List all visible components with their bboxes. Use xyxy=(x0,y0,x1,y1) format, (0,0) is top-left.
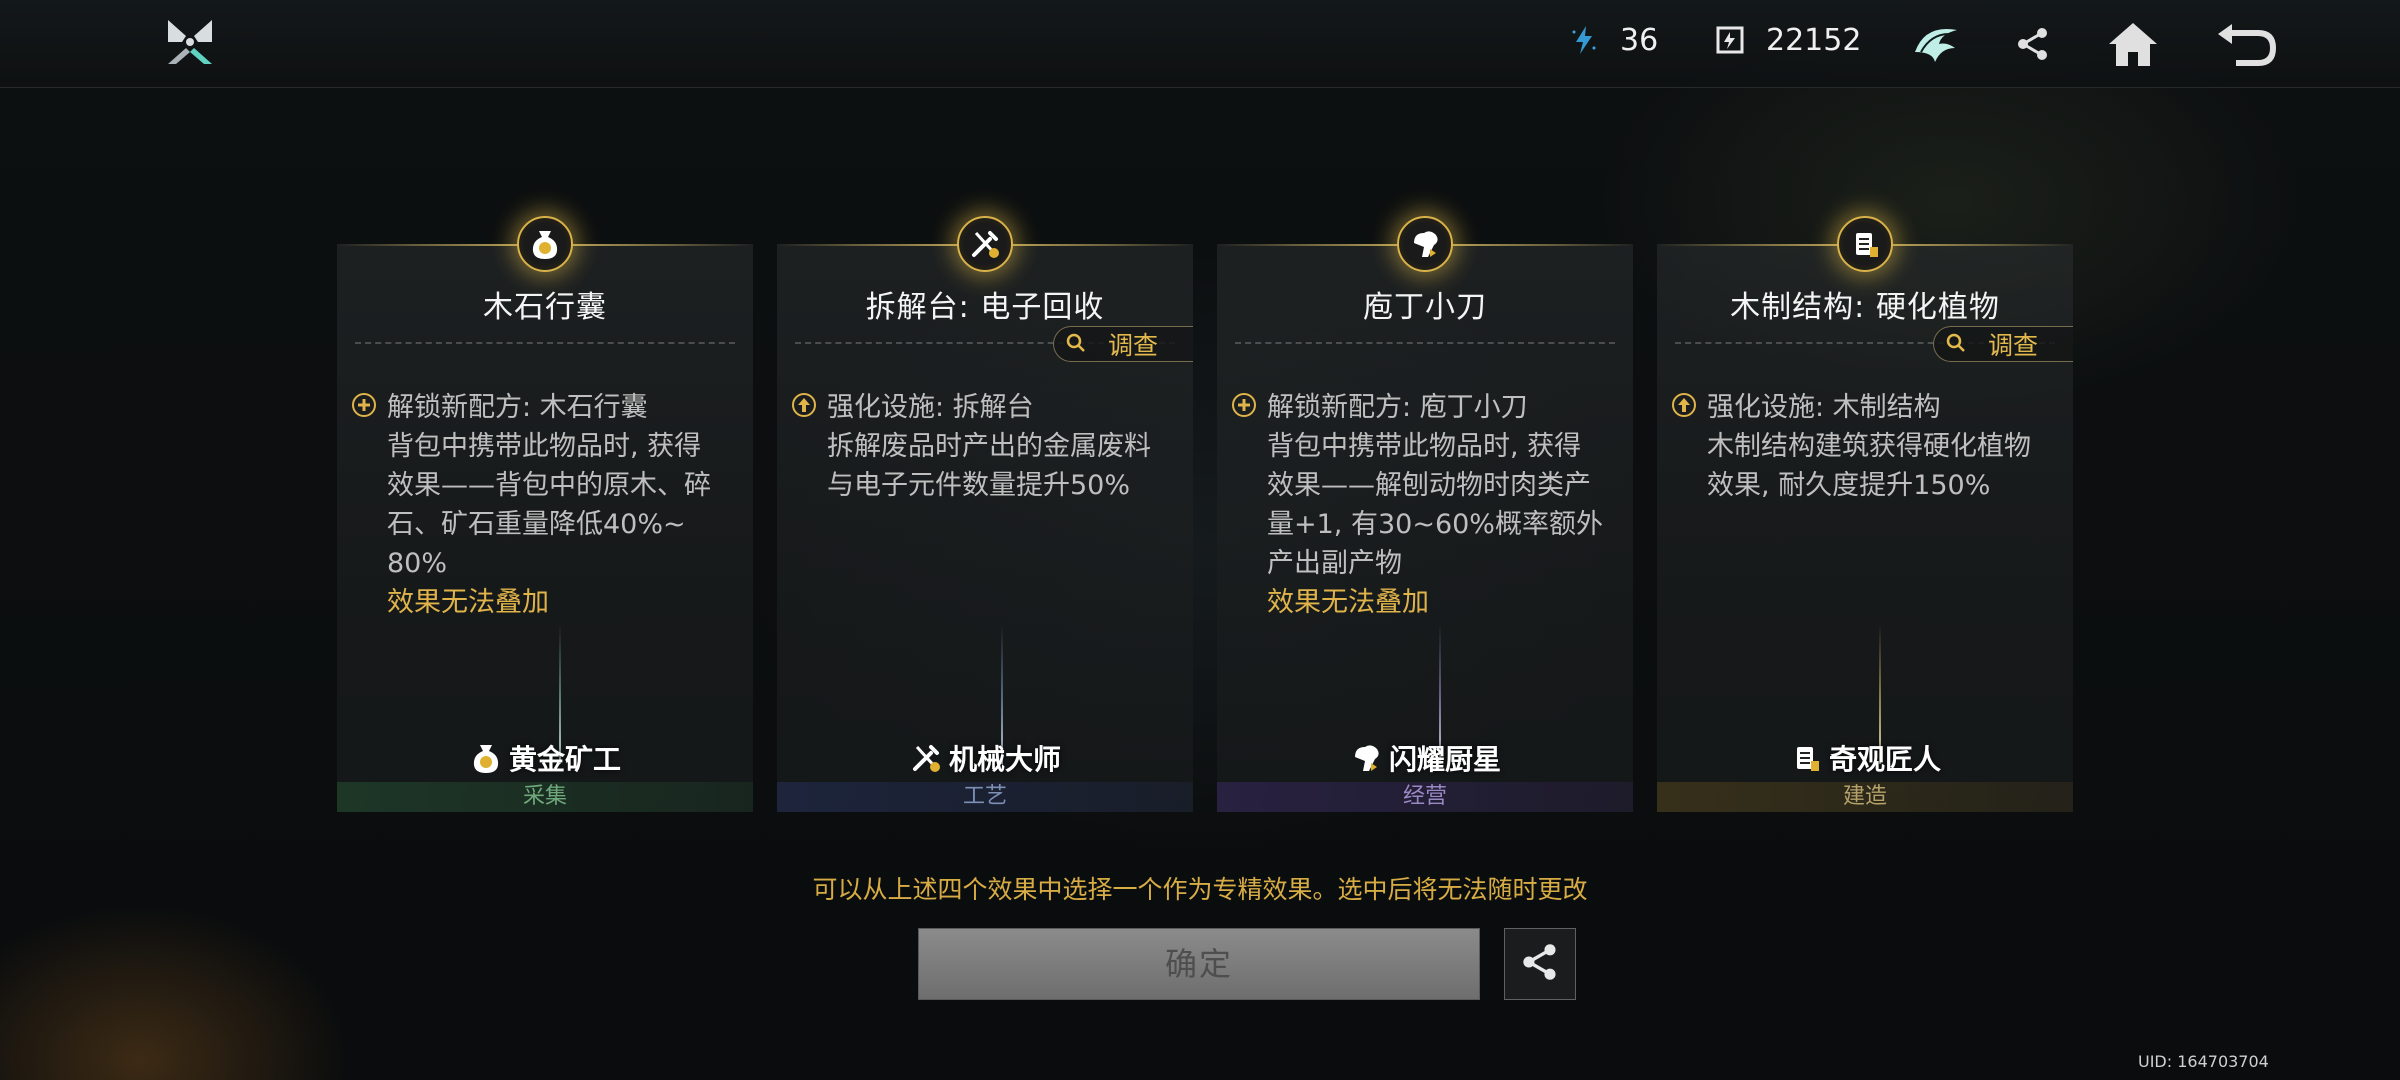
effect-line: 木制结构建筑获得硬化植物 xyxy=(1707,431,2031,462)
plus-circle-icon xyxy=(1231,392,1257,418)
master-title: 奇观匠人 xyxy=(1657,738,2073,778)
specialization-card-2[interactable]: 拆解台: 电子回收 调查 强化设施: 拆解台 拆解废品时产出的金属废料 与电子元… xyxy=(777,216,1193,812)
share-icon xyxy=(1520,942,1560,986)
master-name: 奇观匠人 xyxy=(1828,743,1941,776)
master-title: 机械大师 xyxy=(777,738,1193,778)
effect-line: 强化设施: 拆解台 xyxy=(827,392,1034,423)
card-title: 木石行囊 xyxy=(483,290,607,325)
effect-line: 强化设施: 木制结构 xyxy=(1707,392,1941,423)
master-title: 黄金矿工 xyxy=(337,738,753,778)
game-logo-icon[interactable] xyxy=(164,16,216,68)
wrench-icon xyxy=(957,216,1013,272)
building-icon xyxy=(1789,741,1823,775)
card-divider xyxy=(1235,342,1615,344)
confirm-button[interactable]: 确定 xyxy=(918,928,1480,1000)
selection-hint: 可以从上述四个效果中选择一个作为专精效果。选中后将无法随时更改 xyxy=(812,875,1588,904)
specialization-card-1[interactable]: 木石行囊 解锁新配方: 木石行囊 背包中携带此物品时, 获得 效果——背包中的原… xyxy=(337,216,753,812)
specialization-card-4[interactable]: 木制结构: 硬化植物 调查 强化设施: 木制结构 木制结构建筑获得硬化植物 效果… xyxy=(1657,216,2073,812)
top-bar: 36 22152 xyxy=(0,0,2400,88)
effect-line: 解锁新配方: 庖丁小刀 xyxy=(1267,392,1528,423)
master-title: 闪耀厨星 xyxy=(1217,738,1633,778)
energy-icon xyxy=(1566,22,1602,58)
effect-line: 背包中携带此物品时, 获得 xyxy=(387,431,702,462)
effect-line: 效果——背包中的原木、碎 xyxy=(387,470,711,501)
card-title: 拆解台: 电子回收 xyxy=(865,290,1105,325)
wrench-icon xyxy=(909,741,943,775)
building-icon xyxy=(1837,216,1893,272)
effect-warning: 效果无法叠加 xyxy=(387,587,549,618)
master-name: 黄金矿工 xyxy=(508,743,621,776)
card-effect: 强化设施: 拆解台 拆解废品时产出的金属废料 与电子元件数量提升50% xyxy=(791,388,1179,505)
chef-icon xyxy=(1397,216,1453,272)
master-name: 闪耀厨星 xyxy=(1388,743,1501,776)
back-icon[interactable] xyxy=(2212,14,2282,74)
moneybag-icon xyxy=(517,216,573,272)
effect-line: 与电子元件数量提升50% xyxy=(827,470,1131,501)
master-name: 机械大师 xyxy=(948,743,1061,776)
investigate-label: 调查 xyxy=(1108,331,1159,360)
investigate-button[interactable]: 调查 xyxy=(1053,326,1193,362)
category-label: 经营 xyxy=(1217,782,1633,812)
search-icon xyxy=(1946,330,1966,359)
investigate-button[interactable]: 调查 xyxy=(1933,326,2073,362)
category-label: 采集 xyxy=(337,782,753,812)
home-icon[interactable] xyxy=(2103,14,2163,74)
upgrade-arrow-icon xyxy=(791,392,817,418)
effect-line: 量+1, 有30~60%概率额外 xyxy=(1267,509,1603,540)
card-title: 木制结构: 硬化植物 xyxy=(1730,290,2000,325)
energy-value: 36 xyxy=(1620,22,1659,58)
effect-line: 解锁新配方: 木石行囊 xyxy=(387,392,648,423)
effect-line: 80% xyxy=(387,548,448,579)
token-value: 22152 xyxy=(1766,22,1862,58)
plus-circle-icon xyxy=(351,392,377,418)
effect-warning: 效果无法叠加 xyxy=(1267,587,1429,618)
effect-line: 背包中携带此物品时, 获得 xyxy=(1267,431,1582,462)
effect-line: 效果——解刨动物时肉类产 xyxy=(1267,470,1591,501)
category-label: 工艺 xyxy=(777,782,1193,812)
moneybag-icon xyxy=(469,741,503,775)
upgrade-arrow-icon xyxy=(1671,392,1697,418)
effect-line: 产出副产物 xyxy=(1267,548,1402,579)
card-effect: 解锁新配方: 庖丁小刀 背包中携带此物品时, 获得 效果——解刨动物时肉类产 量… xyxy=(1231,388,1619,622)
user-id: UID: 164703704 xyxy=(2138,1052,2269,1071)
specialization-card-3[interactable]: 庖丁小刀 解锁新配方: 庖丁小刀 背包中携带此物品时, 获得 效果——解刨动物时… xyxy=(1217,216,1633,812)
category-label: 建造 xyxy=(1657,782,2073,812)
emblem-icon[interactable] xyxy=(1906,14,1966,74)
effect-line: 效果, 耐久度提升150% xyxy=(1707,470,1991,501)
effect-line: 拆解废品时产出的金属废料 xyxy=(827,431,1151,462)
token-icon xyxy=(1712,22,1748,58)
chef-icon xyxy=(1349,741,1383,775)
investigate-label: 调查 xyxy=(1988,331,2039,360)
token-resource: 22152 xyxy=(1712,22,1861,58)
search-icon xyxy=(1066,330,1086,359)
share-icon[interactable] xyxy=(2003,14,2063,74)
effect-line: 石、矿石重量降低40%~ xyxy=(387,509,686,540)
energy-resource: 36 xyxy=(1566,22,1658,58)
share-button[interactable] xyxy=(1504,928,1576,1000)
card-divider xyxy=(355,342,735,344)
card-title: 庖丁小刀 xyxy=(1363,290,1487,325)
card-effect: 强化设施: 木制结构 木制结构建筑获得硬化植物 效果, 耐久度提升150% xyxy=(1671,388,2059,505)
card-effect: 解锁新配方: 木石行囊 背包中携带此物品时, 获得 效果——背包中的原木、碎 石… xyxy=(351,388,739,622)
